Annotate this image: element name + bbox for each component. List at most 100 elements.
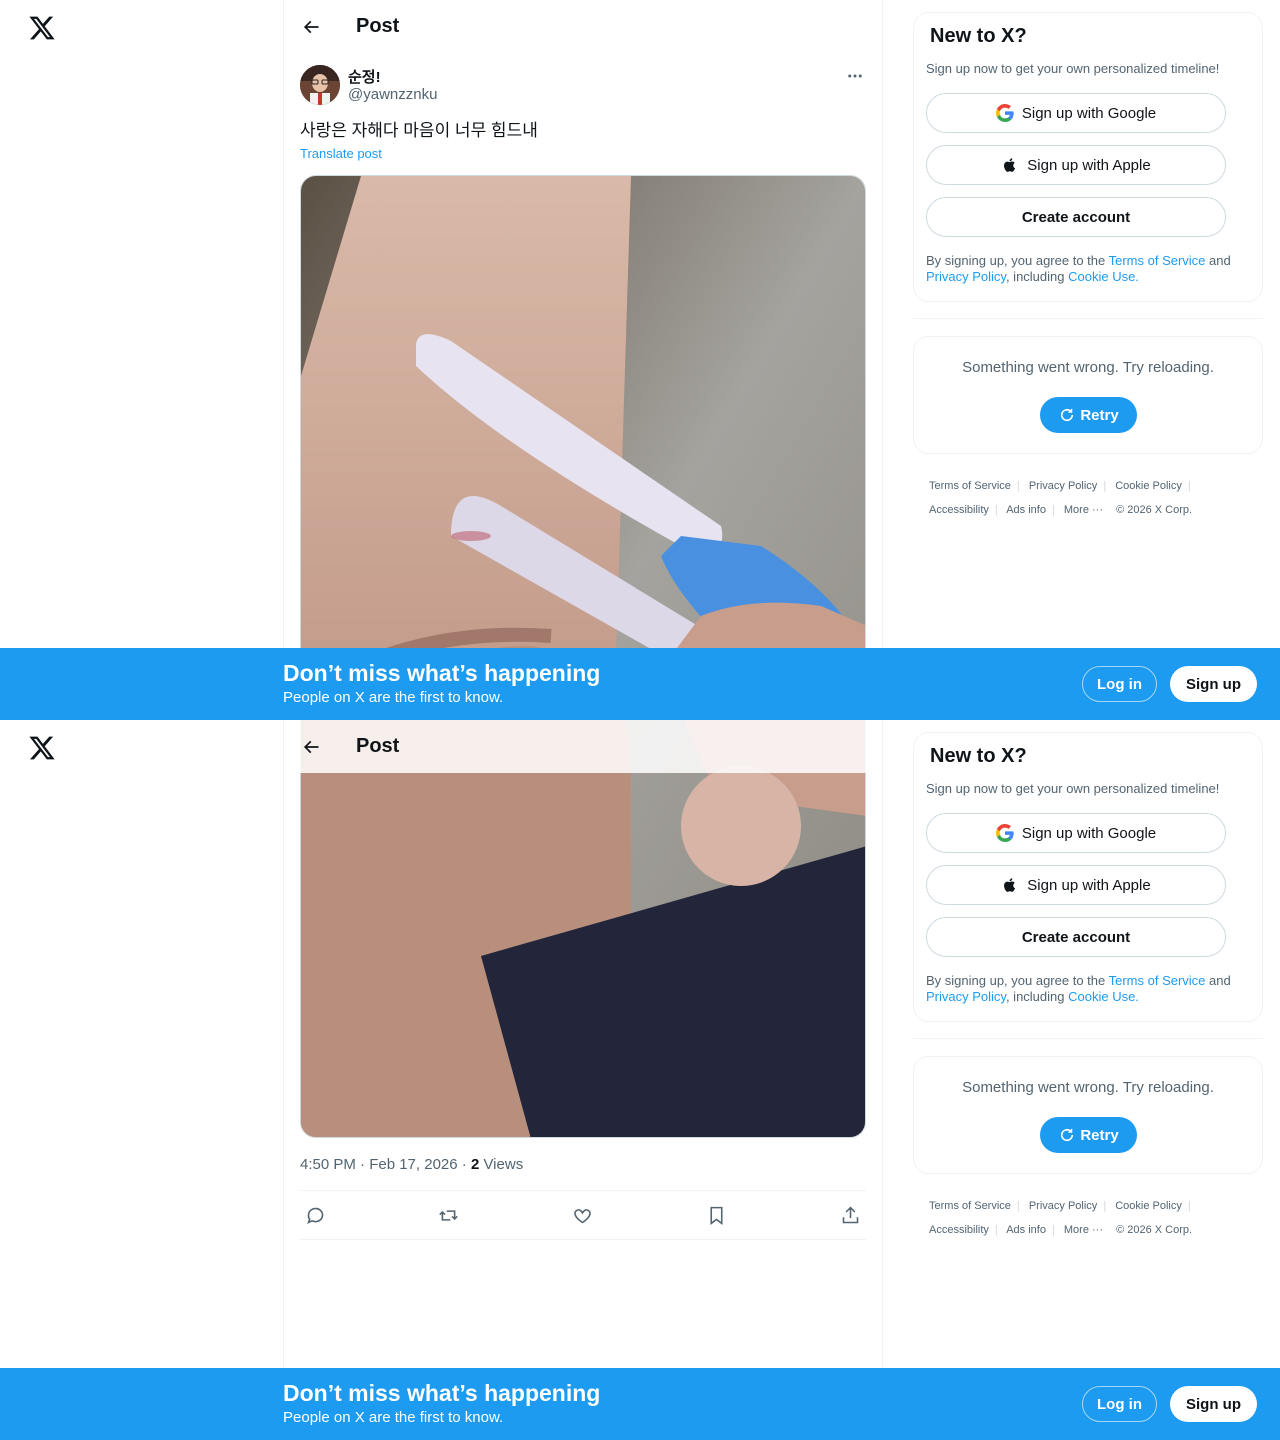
- footer-cookie[interactable]: Cookie Policy: [1115, 480, 1182, 492]
- retry-icon: [1061, 1128, 1074, 1142]
- user-handle[interactable]: @yawnzznku: [348, 86, 437, 103]
- footer-more[interactable]: More ···: [1064, 504, 1103, 516]
- signup-title: New to X?: [930, 745, 1027, 767]
- sign-up-google-button[interactable]: Sign up with Google: [926, 813, 1226, 853]
- terms-link[interactable]: Terms of Service: [1109, 973, 1206, 988]
- signup-card: New to X? Sign up now to get your own pe…: [913, 12, 1263, 302]
- retry-label: Retry: [1080, 1126, 1119, 1144]
- post-header: Post: [284, 720, 882, 773]
- footer-privacy[interactable]: Privacy Policy: [1029, 1200, 1097, 1212]
- avatar[interactable]: [300, 65, 340, 105]
- sign-up-google-label: Sign up with Google: [1021, 824, 1157, 842]
- footer-accessibility[interactable]: Accessibility: [929, 504, 989, 516]
- back-arrow-icon[interactable]: [300, 736, 322, 758]
- post-author: 순정! @yawnzznku: [300, 65, 866, 109]
- primary-column: Post 순정! @yawnzznku 사랑은 자해다 마음이 너무 힘드내 T…: [283, 0, 883, 720]
- footer-terms[interactable]: Terms of Service: [929, 480, 1011, 492]
- signup-title: New to X?: [930, 25, 1027, 47]
- sign-up-button[interactable]: Sign up: [1170, 666, 1257, 702]
- legal-including: , including: [1005, 269, 1069, 284]
- footer-accessibility[interactable]: Accessibility: [929, 1224, 989, 1236]
- banner-title: Don’t miss what’s happening: [283, 1380, 601, 1406]
- legal-and: and: [1205, 973, 1231, 988]
- signup-card: New to X? Sign up now to get your own pe…: [913, 732, 1263, 1022]
- viewport-bottom: Post 4:50 PM · Feb 17, 2026 · 2 Views Ne…: [0, 720, 1280, 1440]
- login-banner: Don’t miss what’s happening People on X …: [0, 1368, 1280, 1440]
- footer-ads[interactable]: Ads info: [1006, 504, 1046, 516]
- legal-prefix: By signing up, you agree to the: [926, 973, 1109, 988]
- divider: [913, 1038, 1263, 1039]
- create-account-button[interactable]: Create account: [926, 917, 1226, 957]
- share-icon[interactable]: [838, 1203, 862, 1227]
- cookie-link[interactable]: Cookie Use.: [1068, 269, 1139, 284]
- sign-up-google-label: Sign up with Google: [1021, 104, 1157, 122]
- login-banner: Don’t miss what’s happening People on X …: [0, 648, 1280, 720]
- translate-post-link[interactable]: Translate post: [300, 146, 382, 161]
- x-logo-icon[interactable]: [28, 734, 56, 762]
- banner-subtitle: People on X are the first to know.: [283, 689, 504, 706]
- log-in-button[interactable]: Log in: [1082, 666, 1157, 702]
- cookie-link[interactable]: Cookie Use.: [1068, 989, 1139, 1004]
- viewport-top: Post 순정! @yawnzznku 사랑은 자해다 마음이 너무 힘드내 T…: [0, 0, 1280, 720]
- apple-icon: [1001, 876, 1019, 894]
- legal-and: and: [1205, 253, 1231, 268]
- sign-up-apple-button[interactable]: Sign up with Apple: [926, 865, 1226, 905]
- more-icon[interactable]: [844, 65, 866, 87]
- signup-legal-text: By signing up, you agree to the Terms of…: [926, 253, 1256, 285]
- sign-up-apple-label: Sign up with Apple: [1027, 876, 1151, 894]
- legal-prefix: By signing up, you agree to the: [926, 253, 1109, 268]
- like-icon[interactable]: [570, 1203, 594, 1227]
- error-message: Something went wrong. Try reloading.: [962, 359, 1214, 376]
- sign-up-apple-button[interactable]: Sign up with Apple: [926, 145, 1226, 185]
- banner-title: Don’t miss what’s happening: [283, 660, 601, 686]
- footer-privacy[interactable]: Privacy Policy: [1029, 480, 1097, 492]
- google-icon: [995, 824, 1014, 842]
- post-header: Post: [284, 0, 882, 53]
- privacy-link[interactable]: Privacy Policy: [926, 989, 1006, 1004]
- back-arrow-icon[interactable]: [300, 16, 322, 38]
- post-image[interactable]: [300, 720, 866, 1138]
- error-message: Something went wrong. Try reloading.: [962, 1079, 1214, 1096]
- repost-icon[interactable]: [436, 1203, 460, 1227]
- log-in-button[interactable]: Log in: [1082, 1386, 1157, 1422]
- signup-subtitle: Sign up now to get your own personalized…: [926, 781, 1220, 796]
- footer-links: Terms of Service | Privacy Policy | Cookie…: [929, 480, 1193, 516]
- apple-icon: [1001, 156, 1019, 174]
- views-label: Views: [479, 1156, 524, 1173]
- retry-button[interactable]: Retry: [1040, 397, 1137, 433]
- retry-icon: [1061, 408, 1074, 422]
- signup-subtitle: Sign up now to get your own personalized…: [926, 61, 1220, 76]
- google-icon: [995, 104, 1014, 122]
- create-account-button[interactable]: Create account: [926, 197, 1226, 237]
- footer-ads[interactable]: Ads info: [1006, 1224, 1046, 1236]
- reply-icon[interactable]: [303, 1203, 327, 1227]
- page-title: Post: [356, 735, 400, 757]
- bookmark-icon[interactable]: [704, 1203, 728, 1227]
- primary-column: Post 4:50 PM · Feb 17, 2026 · 2 Views: [283, 720, 883, 1440]
- footer-more[interactable]: More ···: [1064, 1224, 1103, 1236]
- legal-including: , including: [1005, 989, 1069, 1004]
- post-text: 사랑은 자해다 마음이 너무 힘드내: [300, 121, 538, 140]
- sign-up-apple-label: Sign up with Apple: [1027, 156, 1151, 174]
- sign-up-google-button[interactable]: Sign up with Google: [926, 93, 1226, 133]
- footer-copyright: © 2026 X Corp.: [1116, 504, 1193, 516]
- privacy-link[interactable]: Privacy Policy: [926, 269, 1006, 284]
- signup-legal-text: By signing up, you agree to the Terms of…: [926, 973, 1256, 1005]
- retry-label: Retry: [1080, 406, 1119, 424]
- post-timestamp[interactable]: 4:50 PM · Feb 17, 2026 ·: [300, 1156, 471, 1173]
- display-name[interactable]: 순정!: [348, 66, 381, 87]
- post-image[interactable]: [300, 175, 866, 720]
- divider: [913, 318, 1263, 319]
- banner-subtitle: People on X are the first to know.: [283, 1409, 504, 1426]
- retry-button[interactable]: Retry: [1040, 1117, 1137, 1153]
- x-logo-icon[interactable]: [28, 14, 56, 42]
- footer-cookie[interactable]: Cookie Policy: [1115, 1200, 1182, 1212]
- error-card: Something went wrong. Try reloading. Ret…: [913, 1056, 1263, 1174]
- footer-links: Terms of Service | Privacy Policy | Cookie…: [929, 1200, 1193, 1236]
- error-card: Something went wrong. Try reloading. Ret…: [913, 336, 1263, 454]
- post-actions: [300, 1190, 866, 1240]
- footer-copyright: © 2026 X Corp.: [1116, 1224, 1193, 1236]
- footer-terms[interactable]: Terms of Service: [929, 1200, 1011, 1212]
- sign-up-button[interactable]: Sign up: [1170, 1386, 1257, 1422]
- terms-link[interactable]: Terms of Service: [1109, 253, 1206, 268]
